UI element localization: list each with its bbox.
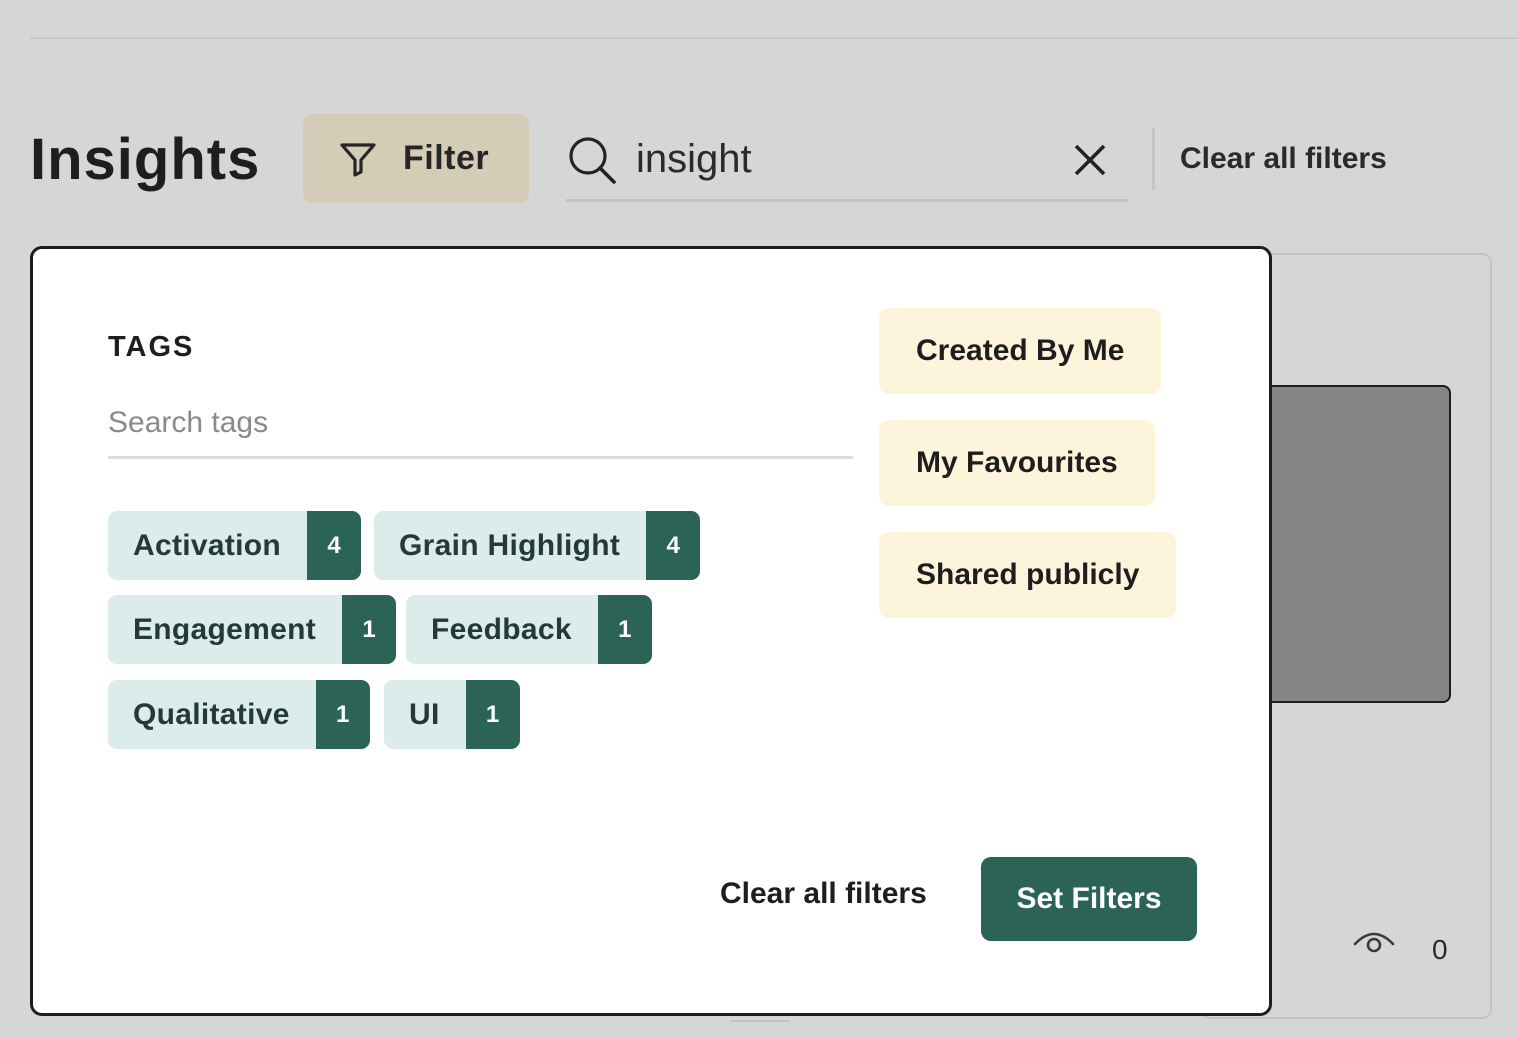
- tag-label: Grain Highlight: [399, 528, 621, 562]
- tag-feedback[interactable]: Feedback 1: [406, 595, 652, 664]
- tag-count-badge: 1: [597, 595, 652, 664]
- tag-label: UI: [409, 697, 440, 731]
- created-by-me-button[interactable]: Created By Me: [879, 308, 1162, 394]
- search-bar[interactable]: insight: [566, 120, 1128, 202]
- clear-all-filters-button[interactable]: Clear all filters: [720, 877, 927, 911]
- tag-count-badge: 1: [315, 680, 370, 749]
- tags-search-field[interactable]: [108, 389, 853, 459]
- search-icon: [566, 134, 618, 186]
- filter-panel: TAGS Activation 4 Grain Highlight 4 Enga…: [30, 246, 1272, 1016]
- tag-qualitative[interactable]: Qualitative 1: [108, 680, 370, 749]
- header-divider: [1152, 128, 1155, 190]
- funnel-icon: [337, 138, 379, 180]
- set-filters-button[interactable]: Set Filters: [981, 857, 1197, 941]
- tag-grain-highlight[interactable]: Grain Highlight 4: [374, 511, 701, 580]
- shared-publicly-button[interactable]: Shared publicly: [879, 532, 1177, 618]
- tag-label: Qualitative: [133, 697, 290, 731]
- tag-count-badge: 1: [342, 595, 397, 664]
- tags-search-input[interactable]: [108, 389, 853, 456]
- tags-heading: TAGS: [108, 331, 195, 363]
- page-title: Insights: [30, 127, 261, 192]
- top-divider: [30, 37, 1518, 39]
- view-count: 0: [1432, 934, 1448, 965]
- my-favourites-button[interactable]: My Favourites: [879, 420, 1155, 506]
- tag-engagement[interactable]: Engagement 1: [108, 595, 397, 664]
- tag-count-badge: 4: [307, 511, 362, 580]
- tag-count-badge: 1: [465, 680, 520, 749]
- filter-button[interactable]: Filter: [303, 114, 529, 203]
- search-input[interactable]: insight: [636, 137, 1070, 182]
- clear-all-filters-link[interactable]: Clear all filters: [1180, 142, 1387, 176]
- eye-icon: [1352, 926, 1396, 960]
- tag-label: Activation: [133, 528, 282, 562]
- tag-activation[interactable]: Activation 4: [108, 511, 362, 580]
- close-icon[interactable]: [1070, 140, 1110, 180]
- tag-label: Engagement: [133, 612, 317, 646]
- tag-ui[interactable]: UI 1: [384, 680, 520, 749]
- filter-button-label: Filter: [403, 139, 490, 177]
- tag-count-badge: 4: [646, 511, 701, 580]
- tag-label: Feedback: [431, 612, 572, 646]
